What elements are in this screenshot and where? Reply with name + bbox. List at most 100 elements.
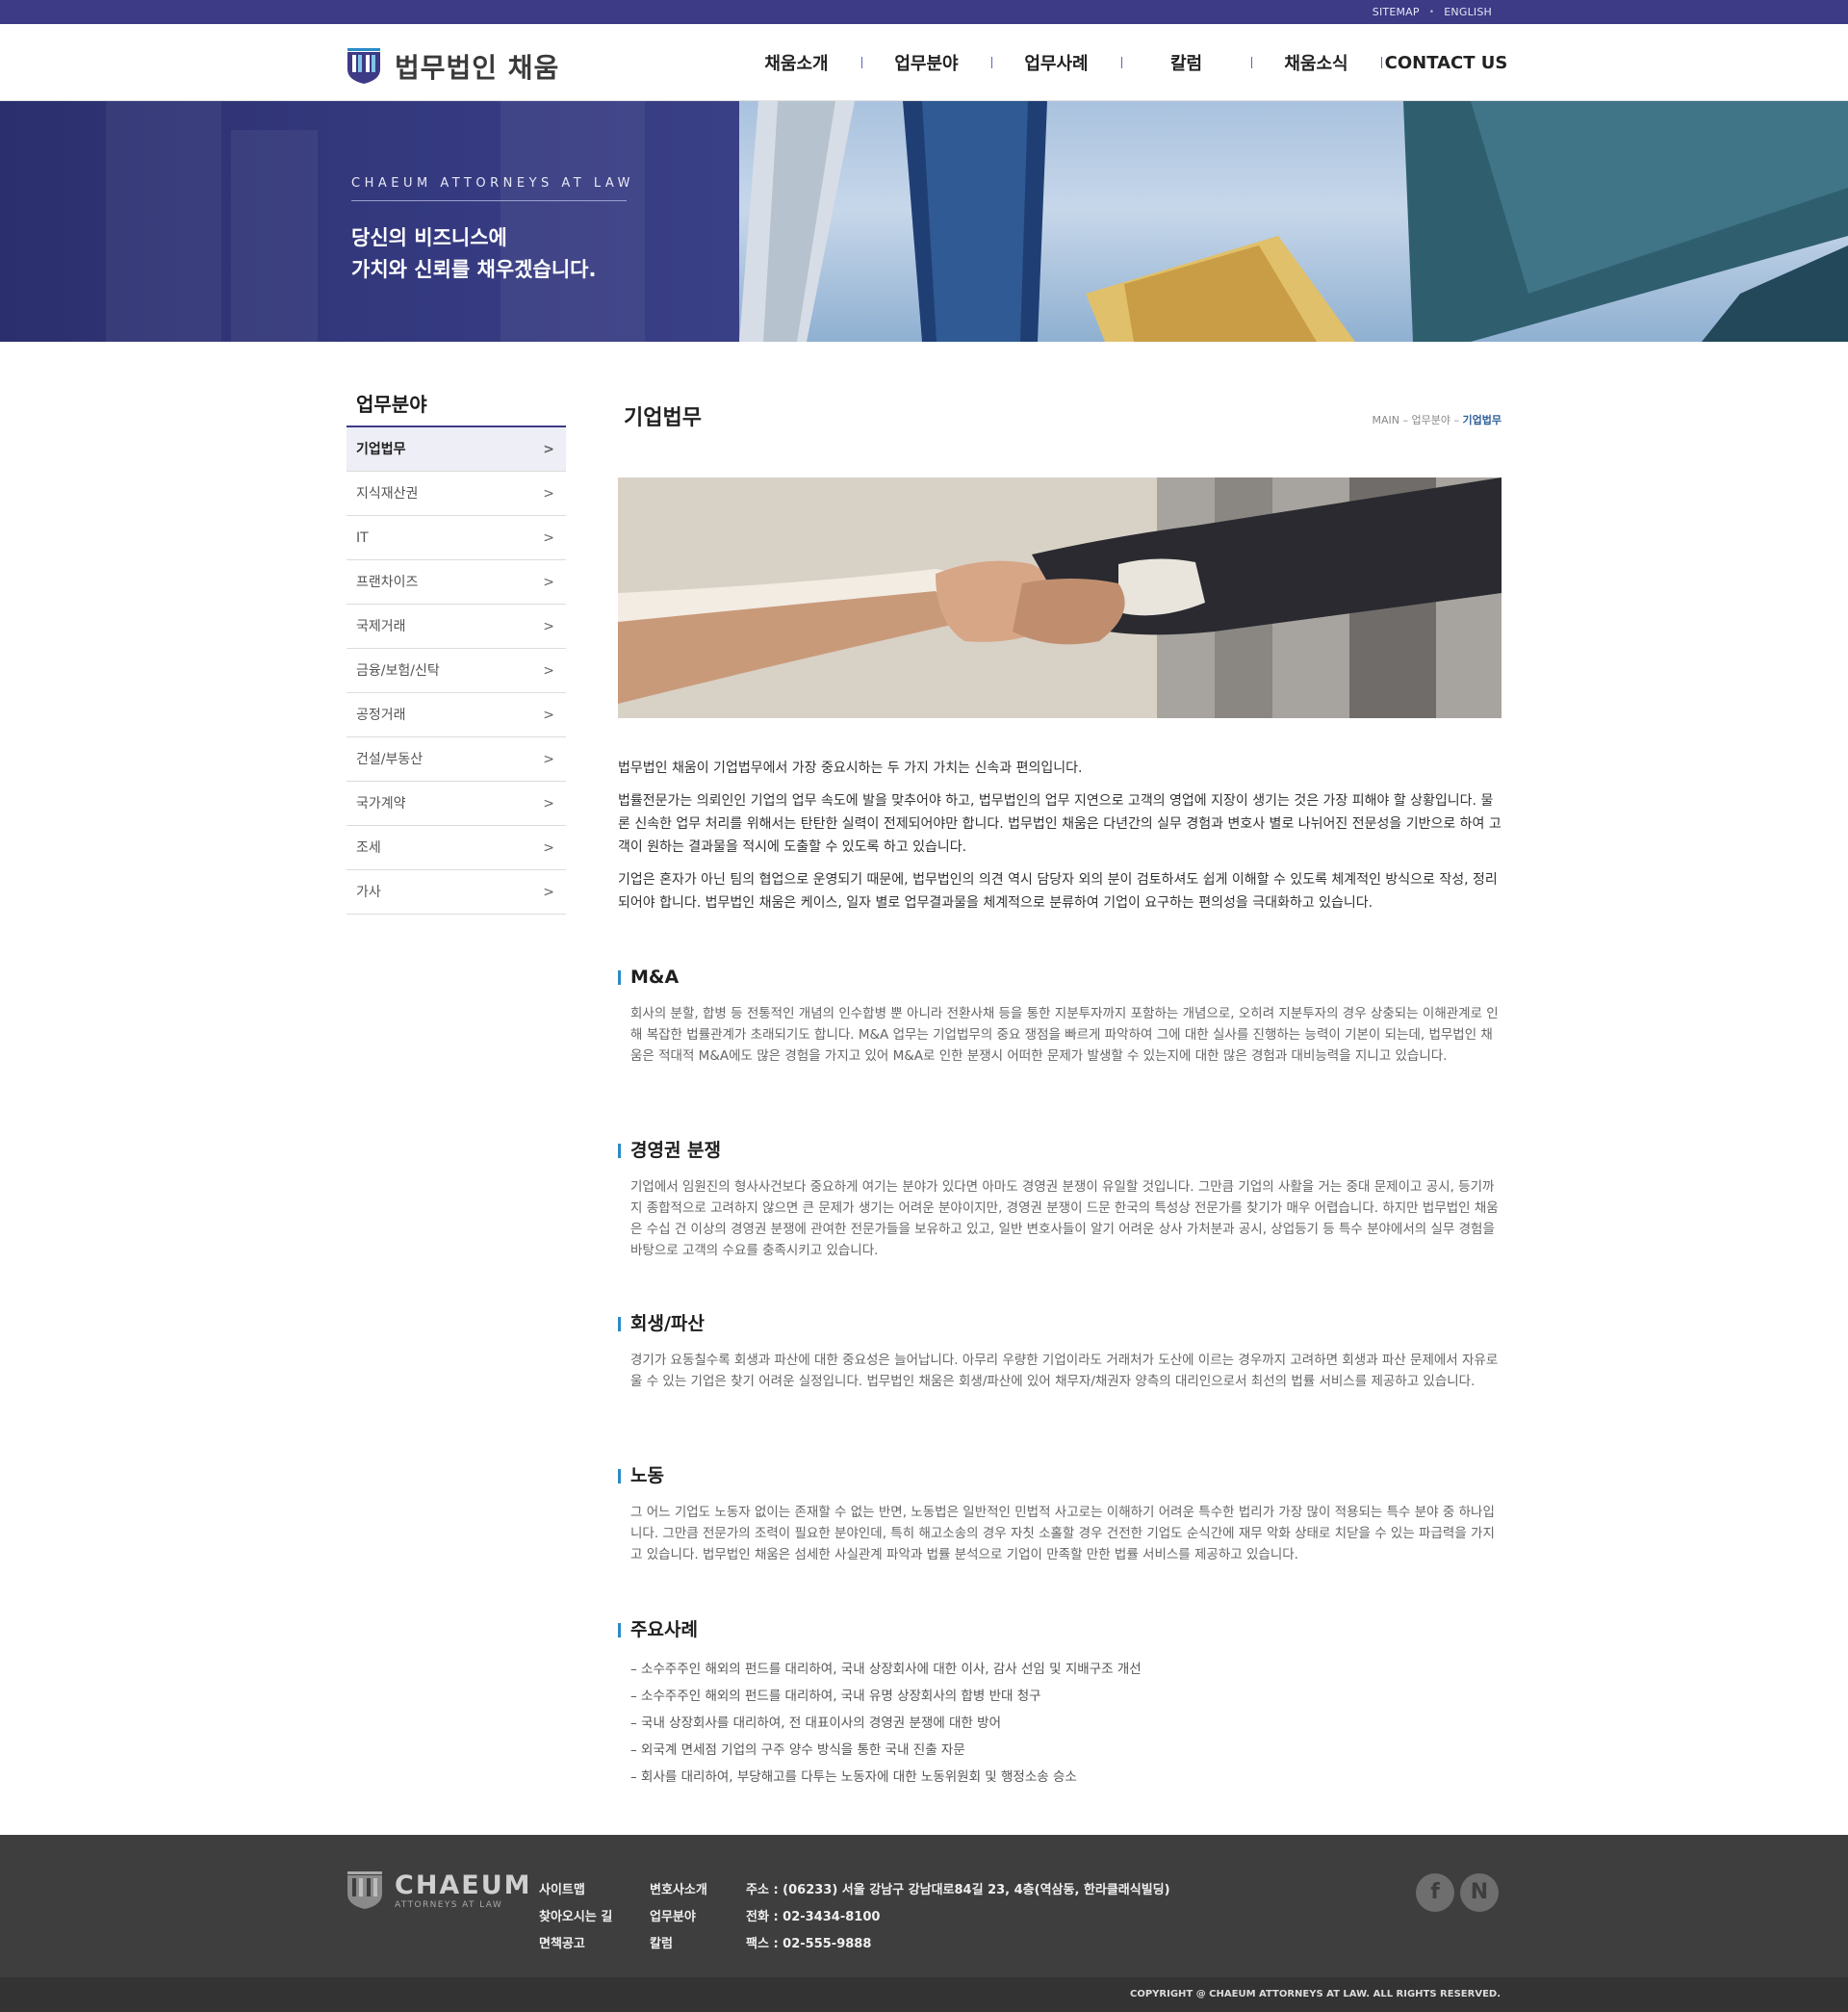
footer-logo[interactable]: CHAEUM ATTORNEYS AT LAW [346,1871,532,1910]
side-nav-label: 프랜차이즈 [356,575,419,590]
nav-practice-areas[interactable]: 업무분야 [861,50,991,75]
page-title-wrap: 기업법무 [618,400,707,431]
footer-link-disclaimer[interactable]: 면책공고 [539,1931,612,1958]
chevron-right-icon: > [543,840,554,856]
section-cases: 주요사례 소수주주인 해외의 펀드를 대리하여, 국내 상장회사에 대한 이사,… [618,1619,1502,1791]
side-nav-label: 금융/보험/신탁 [356,663,440,679]
section-title: 노동 [618,1465,1502,1486]
footer-link-lawyers[interactable]: 변호사소개 [650,1877,707,1904]
breadcrumb-current: 기업법무 [1462,414,1502,426]
utility-links: SITEMAP • ENGLISH [1373,0,1492,24]
side-nav-label: 가사 [356,885,381,900]
nav-contact[interactable]: CONTACT US [1381,53,1511,73]
footer-address: 주소 : (06233) 서울 강남구 강남대로84길 23, 4층(역삼동, … [746,1883,1170,1897]
side-nav-item-state-contract[interactable]: 국가계약 > [346,782,566,826]
chevron-right-icon: > [543,663,554,679]
intro-paragraph: 법률전문가는 의뢰인인 기업의 업무 속도에 발을 맞추어야 하고, 법무법인의… [618,793,1502,855]
footer-brand: CHAEUM [395,1870,532,1900]
breadcrumb-separator: – [1402,414,1409,426]
nav-cases[interactable]: 업무사례 [991,50,1121,75]
chevron-right-icon: > [543,752,554,767]
main-nav: 채움소개 업무분야 업무사례 칼럼 채움소식 CONTACT US [732,24,1511,101]
footer-link-directions[interactable]: 찾아오시는 길 [539,1904,612,1931]
side-nav: 업무분야 기업법무 > 지식재산권 > IT > 프랜차이즈 > 국제거래 > 금융/보험… [346,385,566,915]
nav-news[interactable]: 채움소식 [1251,50,1381,75]
hero-eyebrow: CHAEUM ATTORNEYS AT LAW [351,176,634,191]
facebook-icon[interactable]: f [1416,1873,1454,1912]
intro-text: 법무법인 채움이 기업법무에서 가장 중요시하는 두 가지 가치는 신속과 편의… [618,757,1502,924]
section-rehabilitation: 회생/파산 경기가 요동칠수록 회생과 파산에 대한 중요성은 늘어납니다. 아… [618,1313,1502,1392]
side-nav-item-construction[interactable]: 건설/부동산 > [346,737,566,782]
side-nav-label: IT [356,530,369,546]
nav-about[interactable]: 채움소개 [732,50,861,75]
hero-banner: CHAEUM ATTORNEYS AT LAW 당신의 비즈니스에 가치와 신뢰… [0,101,1848,342]
side-nav-item-finance[interactable]: 금융/보험/신탁 > [346,649,566,693]
handshake-image [618,477,1502,718]
hero-title-line2: 가치와 신뢰를 채우겠습니다. [351,258,597,281]
footer-brand-wrap: CHAEUM ATTORNEYS AT LAW [395,1872,532,1910]
side-nav-item-international[interactable]: 국제거래 > [346,605,566,649]
hero-text-panel [0,101,741,342]
utility-separator: • [1428,7,1435,17]
section-body: 회사의 분할, 합병 등 전통적인 개념의 인수합병 뿐 아니라 전환사채 등을… [630,1006,1499,1064]
intro-paragraph: 법무법인 채움이 기업법무에서 가장 중요시하는 두 가지 가치는 신속과 편의… [618,761,1083,776]
breadcrumb-home[interactable]: MAIN [1373,414,1400,426]
section-body: 기업에서 임원진의 형사사건보다 중요하게 여기는 분야가 있다면 아마도 경영… [630,1179,1499,1258]
footer-links-col1: 사이트맵 찾아오시는 길 면책공고 [539,1877,612,1958]
side-nav-label: 조세 [356,840,381,856]
case-item: 국내 상장회사를 대리하여, 전 대표이사의 경영권 분쟁에 대한 방어 [630,1710,1502,1737]
chevron-right-icon: > [543,708,554,723]
chevron-right-icon: > [543,619,554,634]
intro-paragraph: 기업은 혼자가 아닌 팀의 협업으로 운영되기 때문에, 법무법인의 의견 역시… [618,872,1498,911]
naver-icon[interactable]: N [1460,1873,1499,1912]
footer-links-col2: 변호사소개 업무분야 칼럼 [650,1877,707,1958]
breadcrumb: MAIN – 업무분야 – 기업법무 [1373,412,1502,427]
building-silhouette [231,130,318,342]
breadcrumb-separator: – [1453,414,1460,426]
case-item: 소수주주인 해외의 펀드를 대리하여, 국내 유명 상장회사의 합병 반대 청구 [630,1683,1502,1710]
side-nav-label: 공정거래 [356,708,406,723]
law-firm-logo-icon [347,48,380,84]
chevron-right-icon: > [543,885,554,900]
footer-phone: 전화 : 02-3434-8100 [746,1910,881,1924]
footer-contact-info: 주소 : (06233) 서울 강남구 강남대로84길 23, 4층(역삼동, … [746,1877,1170,1958]
sitemap-link[interactable]: SITEMAP [1373,6,1420,18]
side-nav-item-tax[interactable]: 조세 > [346,826,566,870]
side-nav-item-ip[interactable]: 지식재산권 > [346,472,566,516]
side-nav-item-it[interactable]: IT > [346,516,566,560]
utility-bar: SITEMAP • ENGLISH [0,0,1848,24]
site-footer: CHAEUM ATTORNEYS AT LAW 사이트맵 찾아오시는 길 면책공… [0,1835,1848,2012]
side-nav-title: 업무분야 [346,385,566,427]
side-nav-item-franchise[interactable]: 프랜차이즈 > [346,560,566,605]
hero-divider [351,200,627,201]
footer-link-practice[interactable]: 업무분야 [650,1904,707,1931]
copyright-bar: COPYRIGHT @ CHAEUM ATTORNEYS AT LAW. ALL… [0,1977,1848,2012]
hero-title: 당신의 비즈니스에 가치와 신뢰를 채우겠습니다. [351,222,596,286]
side-nav-label: 국제거래 [356,619,406,634]
side-nav-label: 지식재산권 [356,486,419,502]
case-item: 외국계 면세점 기업의 구주 양수 방식을 통한 국내 진출 자문 [630,1737,1502,1764]
side-nav-label: 국가계약 [356,796,406,812]
breadcrumb-parent[interactable]: 업무분야 [1412,414,1450,426]
hero-title-line1: 당신의 비즈니스에 [351,226,507,249]
section-title: M&A [618,967,1502,988]
page-title: 기업법무 [618,400,707,431]
building-silhouette [500,101,645,342]
footer-link-column[interactable]: 칼럼 [650,1931,707,1958]
section-title: 회생/파산 [618,1313,1502,1334]
copyright-text: COPYRIGHT @ CHAEUM ATTORNEYS AT LAW. ALL… [1129,1989,1501,1999]
building-silhouette [106,101,221,342]
side-nav-item-corporate[interactable]: 기업법무 > [346,427,566,472]
side-nav-item-family[interactable]: 가사 > [346,870,566,915]
english-link[interactable]: ENGLISH [1444,6,1492,18]
section-body: 경기가 요동칠수록 회생과 파산에 대한 중요성은 늘어납니다. 아무리 우량한… [630,1353,1499,1389]
site-logo[interactable]: 법무법인 채움 [346,47,559,86]
logo-text: 법무법인 채움 [395,52,560,84]
case-item: 회사를 대리하여, 부당해고를 다투는 노동자에 대한 노동위원회 및 행정소송… [630,1764,1502,1791]
nav-column[interactable]: 칼럼 [1121,50,1251,75]
section-management-dispute: 경영권 분쟁 기업에서 임원진의 형사사건보다 중요하게 여기는 분야가 있다면… [618,1140,1502,1261]
chevron-right-icon: > [543,442,554,457]
side-nav-item-fair-trade[interactable]: 공정거래 > [346,693,566,737]
footer-link-sitemap[interactable]: 사이트맵 [539,1877,612,1904]
section-body: 그 어느 기업도 노동자 없이는 존재할 수 없는 반면, 노동법은 일반적인 … [630,1505,1495,1562]
